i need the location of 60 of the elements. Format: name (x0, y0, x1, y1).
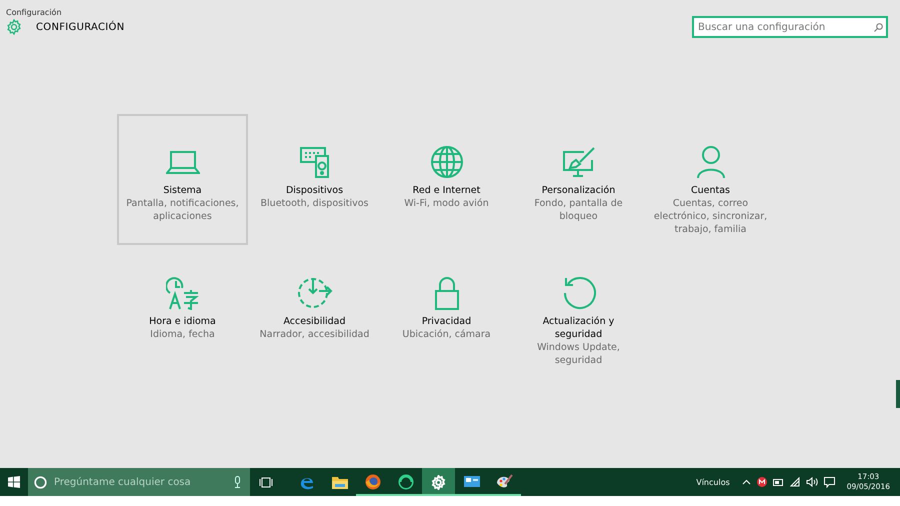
tile-subtitle: Ubicación, cámara (401, 328, 492, 341)
battery-icon[interactable] (772, 478, 784, 486)
microphone-icon (234, 476, 241, 488)
monitor-brush-icon (562, 146, 596, 178)
tile-subtitle: Cuentas, correo electrónico, sincronizar, trabajo, familia (652, 197, 768, 236)
settings-icon (431, 474, 446, 490)
settings-tile[interactable]: Dispositivos Bluetooth, dispositivos (249, 114, 380, 245)
app-tray-icon[interactable] (756, 477, 767, 487)
tile-title: Dispositivos (284, 184, 344, 197)
ring-icon (398, 474, 414, 490)
settings-tile[interactable]: Sistema Pantalla, notificaciones, aplicaciones (117, 114, 248, 245)
settings-icon (6, 19, 22, 35)
settings-tile[interactable]: Red e Internet Wi-Fi, modo avión (381, 114, 512, 245)
tile-title: Privacidad (420, 315, 472, 328)
window-title: Configuración (6, 8, 62, 18)
scrollbar-thumb[interactable] (896, 380, 900, 408)
taskbar-search-field[interactable]: Pregúntame cualquier cosa (28, 468, 250, 496)
chevron-up-icon[interactable] (742, 479, 751, 485)
clock-language-icon (166, 276, 200, 310)
tile-title: Hora e idioma (148, 315, 217, 328)
search-field[interactable]: Buscar una configuración (692, 16, 888, 38)
refresh-icon (562, 276, 596, 310)
globe-icon (430, 145, 464, 179)
tile-title: Actualización y seguridad (542, 315, 616, 341)
links-toolbar-label[interactable]: Vínculos (696, 478, 730, 486)
firefox-icon (364, 474, 380, 490)
settings-tile[interactable]: Cuentas Cuentas, correo electrónico, sincronizar, trabajo, familia (645, 114, 776, 245)
tile-title: Red e Internet (412, 184, 482, 197)
settings-tile[interactable]: Privacidad Ubicación, cámara (381, 245, 512, 376)
speaker-icon[interactable] (806, 477, 818, 487)
tile-subtitle: Windows Update, seguridad (536, 341, 621, 367)
tile-subtitle: Narrador, accesibilidad (258, 328, 370, 341)
settings-tile[interactable]: Accesibilidad Narrador, accesibilidad (249, 245, 380, 376)
monitor-icon (464, 476, 480, 488)
tile-subtitle: Fondo, pantalla de bloqueo (533, 197, 624, 223)
tile-title: Accesibilidad (282, 315, 347, 328)
padlock-icon (434, 276, 460, 310)
tile-subtitle: Wi-Fi, modo avión (403, 197, 490, 210)
task-view-icon (259, 476, 273, 488)
notification-icon[interactable] (824, 476, 835, 488)
page-heading: CONFIGURACIÓN (36, 22, 124, 32)
tile-subtitle: Idioma, fecha (149, 328, 216, 341)
search-icon (874, 23, 883, 32)
tile-subtitle: Pantalla, notificaciones, aplicaciones (125, 197, 240, 223)
wifi-icon[interactable] (790, 477, 800, 487)
laptop-icon (166, 149, 200, 175)
tile-subtitle: Bluetooth, dispositivos (260, 197, 370, 210)
accessibility-icon (296, 277, 332, 309)
tile-title: Sistema (162, 184, 203, 197)
keyboard-speaker-icon (298, 145, 332, 179)
settings-tile[interactable]: Actualización y seguridad Windows Update, seguridad (513, 245, 644, 376)
circle-icon (34, 476, 47, 488)
palette-icon (496, 474, 513, 490)
settings-tile[interactable]: Hora e idioma Idioma, fecha (117, 245, 248, 376)
folder-icon (332, 476, 348, 488)
person-icon (696, 145, 726, 179)
tile-title: Cuentas (690, 184, 732, 197)
windows-icon (8, 476, 20, 488)
tile-title: Personalización (540, 184, 616, 197)
settings-tile[interactable]: Personalización Fondo, pantalla de bloqueo (513, 114, 644, 245)
